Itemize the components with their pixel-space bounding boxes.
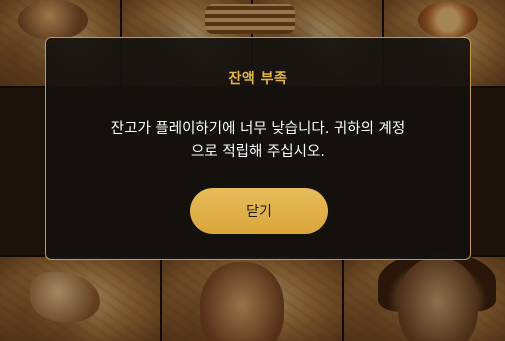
dialog-message-line: 으로 적립해 주십시오. bbox=[191, 144, 325, 160]
game-screen: 잔액 부족 잔고가 플레이하기에 너무 낮습니다. 귀하의 계정 으로 적립해 … bbox=[0, 0, 505, 341]
insufficient-balance-dialog: 잔액 부족 잔고가 플레이하기에 너무 낮습니다. 귀하의 계정 으로 적립해 … bbox=[45, 37, 471, 260]
dialog-message-line: 잔고가 플레이하기에 너무 낮습니다. 귀하의 계정 bbox=[110, 121, 406, 137]
dialog-message: 잔고가 플레이하기에 너무 낮습니다. 귀하의 계정 으로 적립해 주십시오. bbox=[66, 118, 450, 164]
close-button[interactable]: 닫기 bbox=[190, 188, 328, 234]
dialog-title: 잔액 부족 bbox=[228, 71, 288, 87]
